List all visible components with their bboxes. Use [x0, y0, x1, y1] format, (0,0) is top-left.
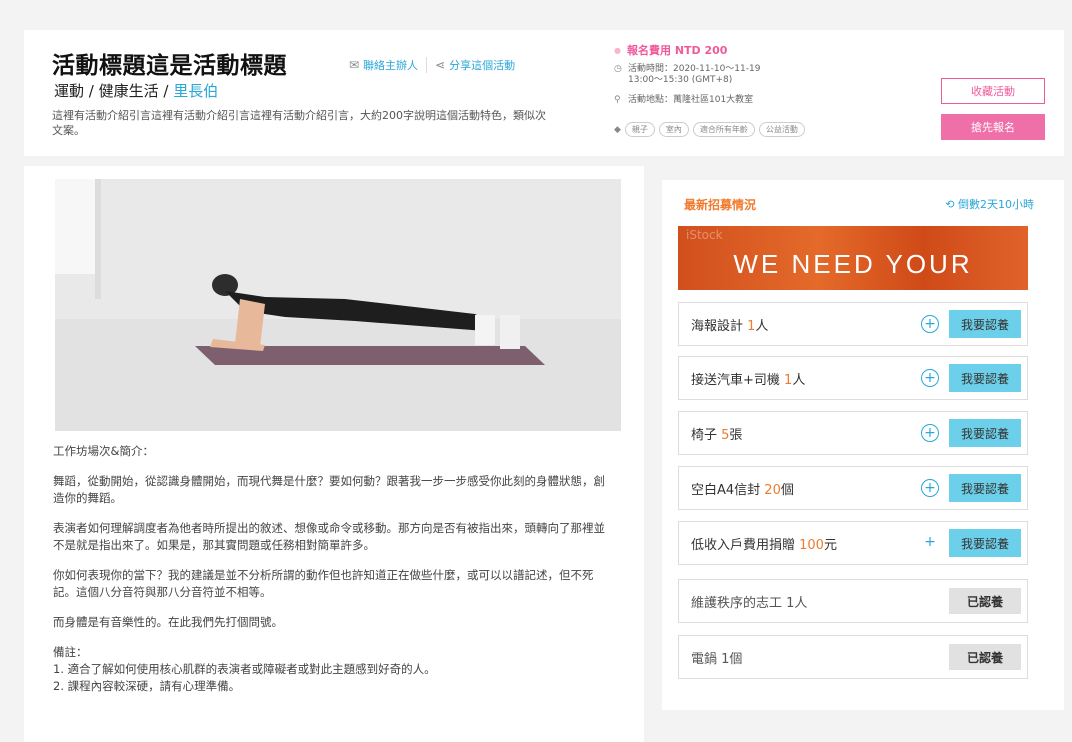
breadcrumb: 運動 / 健康生活 / 里長伯 [54, 80, 218, 101]
register-button[interactable]: 搶先報名 [941, 114, 1045, 140]
event-location: ⚲ 活動地點：萬隆社區101大教室 [614, 95, 934, 106]
need-label: 海報設計 1人 [691, 315, 921, 334]
adopted-badge: 已認養 [949, 644, 1021, 670]
contact-organizer-link[interactable]: 聯絡主辦人 [363, 57, 418, 73]
adopt-button[interactable]: 我要認養 [949, 364, 1021, 392]
event-intro: 這裡有活動介紹引言這裡有活動介紹引言這裡有活動介紹引言，大約200字說明這個活動… [52, 109, 546, 137]
need-unit: 人 [755, 318, 769, 334]
need-name: 空白A4信封 [691, 482, 765, 498]
adopt-button[interactable]: 我要認養 [949, 474, 1021, 502]
mail-icon: ✉ [349, 58, 360, 72]
need-name: 低收入戶費用捐贈 [691, 537, 800, 553]
event-info: ● 報名費用 NTD 200 ◷ 活動時間：2020-11-10～11-19 1… [614, 42, 934, 137]
time-label: 活動時間：2020-11-10～11-19 [628, 64, 761, 74]
plus-circle-icon[interactable]: + [921, 369, 939, 387]
plus-circle-icon[interactable]: + [921, 315, 939, 333]
need-item: 海報設計 1人 + 我要認養 [678, 302, 1028, 346]
plus-icon[interactable]: + [921, 534, 939, 552]
recruitment-panel: 最新招募情況 ⟲ 倒數2天10小時 iStock WE NEED YOUR 海報… [662, 180, 1064, 710]
tag-icon: ◆ [614, 124, 621, 135]
note-item: 2. 課程內容較深硬，請有心理準備。 [53, 679, 241, 693]
need-label: 空白A4信封 20個 [691, 479, 921, 498]
event-description: 工作坊場次&簡介： 舞蹈，從動開始，從認識身體開始，而現代舞是什麼？要如何動？跟… [53, 443, 613, 695]
fulfilled-item: 維護秩序的志工 1人 已認養 [678, 579, 1028, 623]
fee: ● 報名費用 NTD 200 [614, 42, 934, 58]
fulfilled-label: 電鍋 1個 [691, 651, 743, 667]
need-unit: 張 [729, 427, 743, 443]
description-paragraph: 舞蹈，從動開始，從認識身體開始，而現代舞是什麼？要如何動？跟著我一步一步感受你此… [53, 474, 605, 505]
banner-text: WE NEED YOUR [733, 249, 973, 279]
need-item: 接送汽車+司機 1人 + 我要認養 [678, 356, 1028, 400]
recruitment-banner: iStock WE NEED YOUR [678, 226, 1028, 290]
contact-share-bar: ✉ 聯絡主辦人 ⋖ 分享這個活動 [349, 57, 515, 73]
event-header: 活動標題這是活動標題 運動 / 健康生活 / 里長伯 這裡有活動介紹引言這裡有活… [24, 30, 1064, 156]
share-icon: ⋖ [435, 58, 446, 72]
banner-watermark: iStock [686, 228, 723, 242]
event-title: 活動標題這是活動標題 [52, 53, 287, 79]
fulfilled-item: 電鍋 1個 已認養 [678, 635, 1028, 679]
tag-list: ◆ 親子 室內 適合所有年齡 公益活動 [614, 122, 934, 137]
need-qty: 100 [799, 537, 824, 553]
fulfilled-label: 維護秩序的志工 1人 [691, 595, 808, 611]
adopt-button[interactable]: 我要認養 [949, 419, 1021, 447]
tag[interactable]: 親子 [624, 122, 655, 137]
time-range: 13:00～15:30 (GMT+8) [628, 75, 733, 85]
event-hero-image [55, 179, 621, 431]
recruitment-title: 最新招募情況 [684, 198, 757, 212]
notes-title: 備註： [53, 645, 88, 659]
need-item: 低收入戶費用捐贈 100元 + 我要認養 [678, 521, 1028, 565]
note-item: 1. 適合了解如何使用核心肌群的表演者或障礙者或對此主題感到好奇的人。 [53, 662, 436, 676]
timer-icon: ⟲ [945, 198, 955, 211]
need-unit: 元 [823, 537, 837, 553]
need-label: 椅子 5張 [691, 424, 921, 443]
tag[interactable]: 公益活動 [758, 122, 805, 137]
need-label: 低收入戶費用捐贈 100元 [691, 534, 921, 553]
need-label: 接送汽車+司機 1人 [691, 369, 921, 388]
need-name: 接送汽車+司機 [691, 372, 785, 388]
description-paragraph: 而身體是有音樂性的。在此我們先打個問號。 [53, 615, 283, 629]
need-unit: 個 [780, 482, 794, 498]
save-event-button[interactable]: 收藏活動 [941, 78, 1045, 104]
plank-photo [55, 179, 621, 431]
plus-circle-icon[interactable]: + [921, 424, 939, 442]
tag[interactable]: 適合所有年齡 [692, 122, 755, 137]
tag[interactable]: 室內 [658, 122, 689, 137]
location-pin-icon: ⚲ [614, 95, 621, 105]
description-paragraph: 你如何表現你的當下？我的建議是並不分析所謂的動作但也許知道正在做些什麼，或可以以… [53, 568, 594, 599]
description-heading: 工作坊場次&簡介： [53, 444, 154, 458]
countdown: ⟲ 倒數2天10小時 [945, 196, 1034, 213]
need-name: 椅子 [691, 427, 722, 443]
need-item: 椅子 5張 + 我要認養 [678, 411, 1028, 455]
event-content: 工作坊場次&簡介： 舞蹈，從動開始，從認識身體開始，而現代舞是什麼？要如何動？跟… [24, 166, 644, 742]
event-time: ◷ 活動時間：2020-11-10～11-19 13:00～15:30 (GMT… [614, 64, 934, 86]
organizer-link[interactable]: 里長伯 [173, 82, 218, 100]
breadcrumb-category: 運動 / 健康生活 / [54, 82, 174, 100]
need-item: 空白A4信封 20個 + 我要認養 [678, 466, 1028, 510]
fee-text: 報名費用 NTD 200 [626, 44, 728, 57]
need-unit: 人 [792, 372, 806, 388]
adopt-button[interactable]: 我要認養 [949, 310, 1021, 338]
plus-circle-icon[interactable]: + [921, 479, 939, 497]
need-qty: 20 [764, 482, 781, 498]
share-event-link[interactable]: 分享這個活動 [449, 57, 515, 73]
description-paragraph: 表演者如何理解調度者為他者時所提出的敘述、想像或命令或移動。那方向是否有被指出來… [53, 521, 605, 552]
need-name: 海報設計 [691, 318, 748, 334]
dot-icon: ● [614, 45, 621, 55]
recruitment-header: 最新招募情況 ⟲ 倒數2天10小時 [684, 196, 1034, 213]
adopt-button[interactable]: 我要認養 [949, 529, 1021, 557]
adopted-badge: 已認養 [949, 588, 1021, 614]
countdown-text: 倒數2天10小時 [958, 198, 1034, 211]
divider [426, 57, 428, 73]
location-text: 活動地點：萬隆社區101大教室 [628, 95, 754, 105]
clock-icon: ◷ [614, 64, 622, 74]
